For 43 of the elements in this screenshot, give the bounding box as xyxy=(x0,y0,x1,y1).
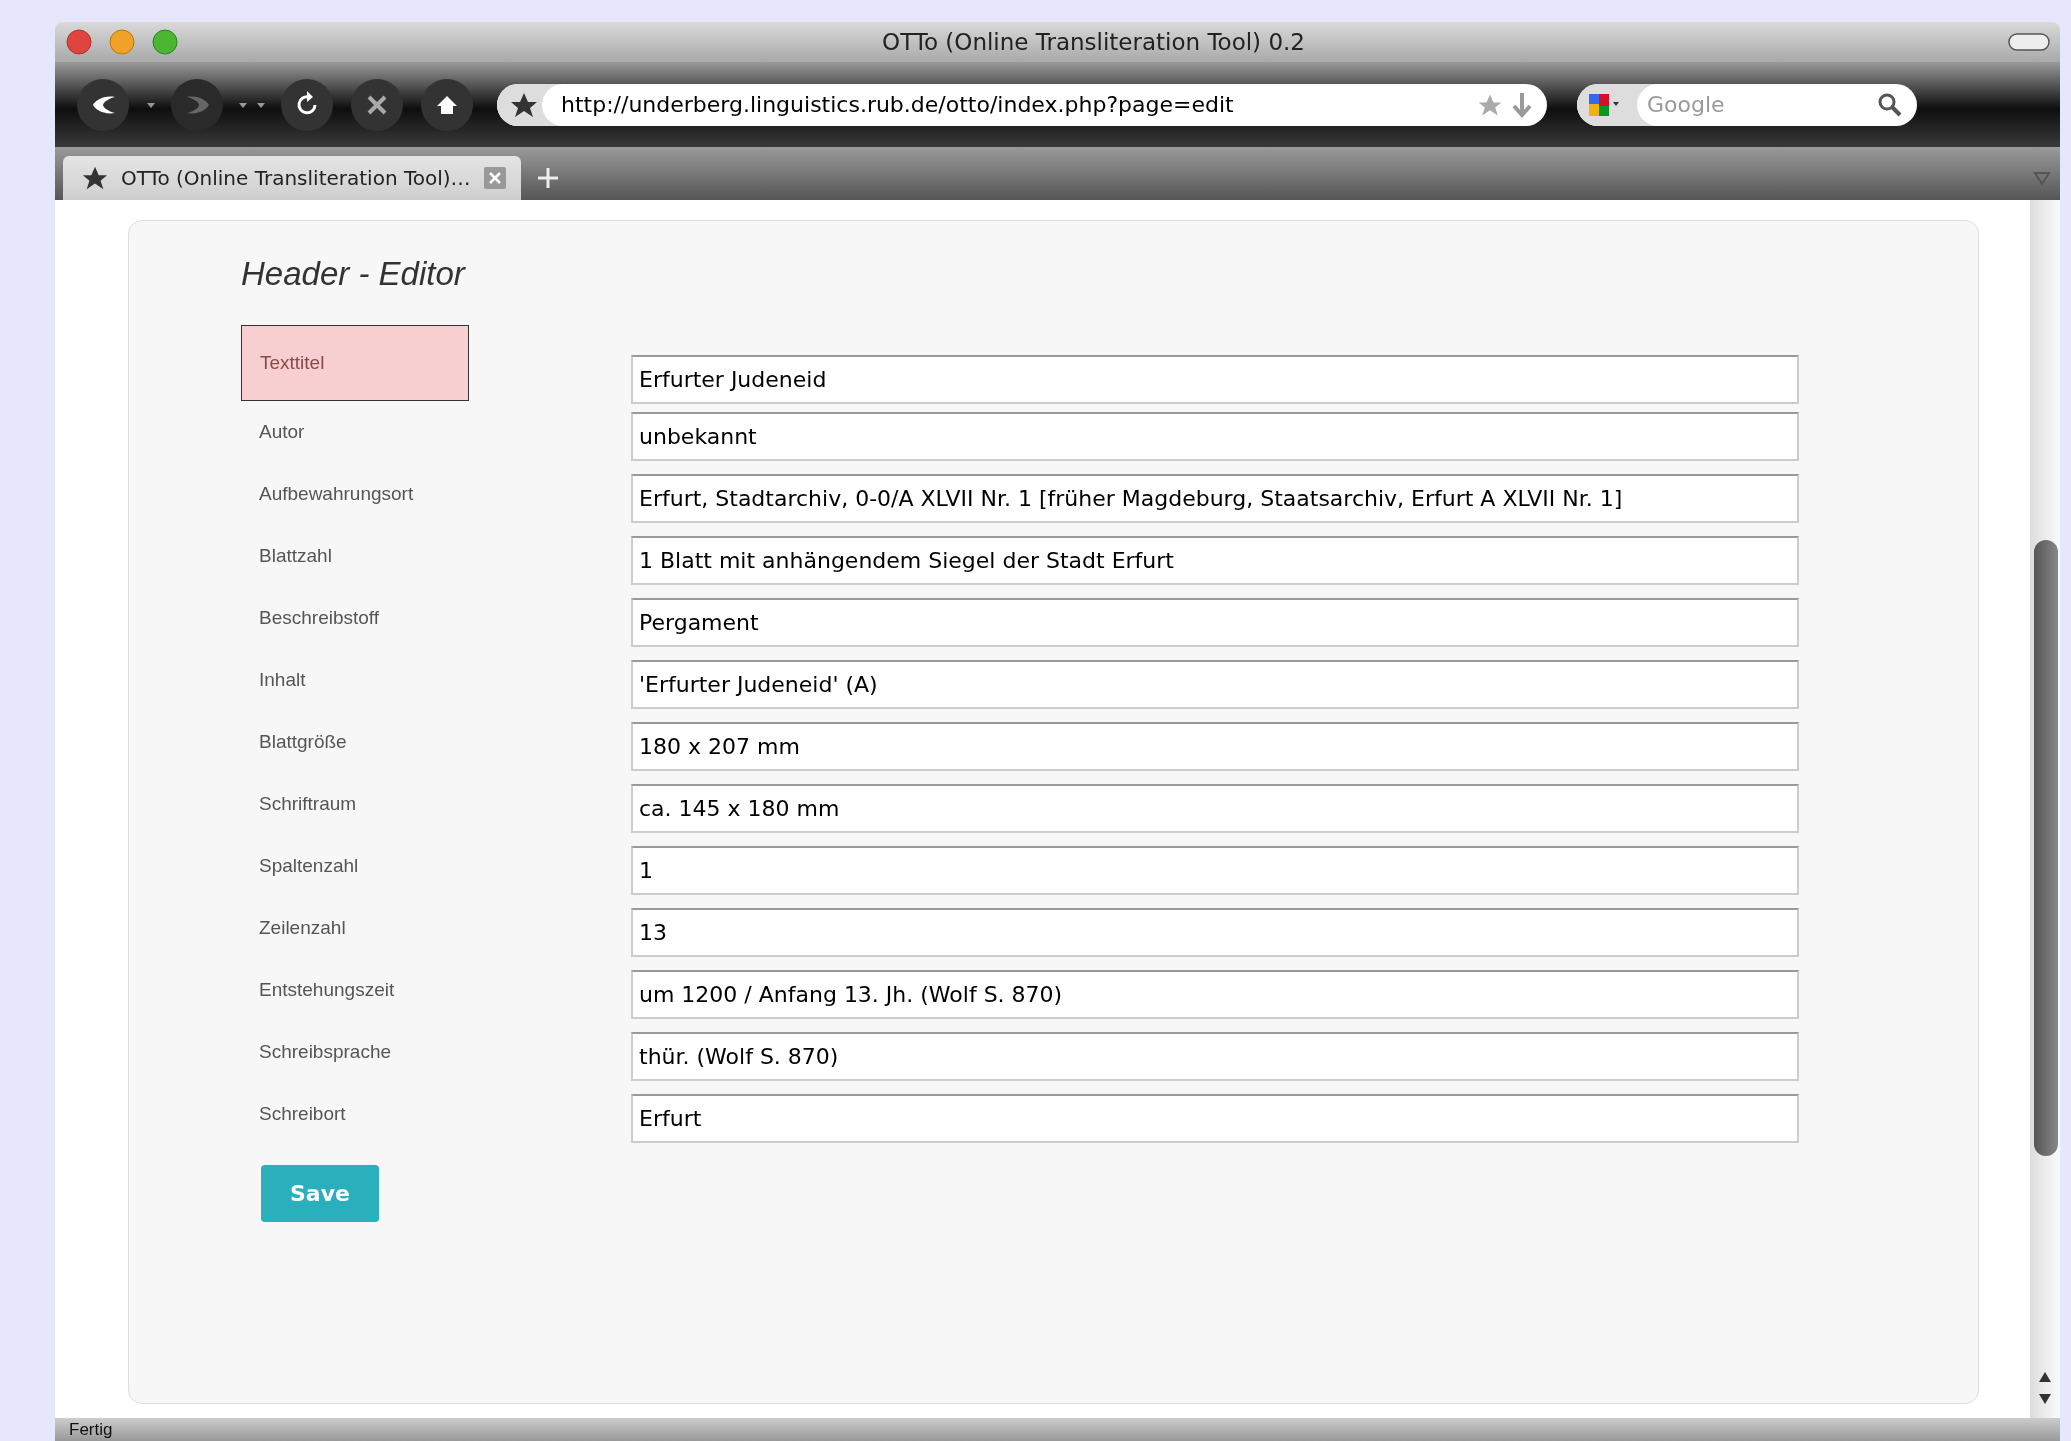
scrollbar-thumb[interactable] xyxy=(2034,540,2058,1156)
zoom-window-icon[interactable] xyxy=(151,28,179,56)
field-label: Zeilenzahl xyxy=(258,918,347,938)
input-field[interactable]: thür. (Wolf S. 870) xyxy=(631,1032,1799,1081)
input-field[interactable]: unbekannt xyxy=(631,412,1799,461)
star-icon xyxy=(81,165,109,191)
field-label: Blattzahl xyxy=(258,546,333,566)
input-field[interactable]: Erfurt, Stadtarchiv, 0-0/A XLVII Nr. 1 [früher Magdeburg, Staatsarchiv, Erfurt A XLVII Nr. 1] xyxy=(631,474,1799,523)
editor-title: Header - Editor xyxy=(241,255,467,293)
field-label: Spaltenzahl xyxy=(258,856,360,876)
address-bar[interactable]: http://underberg.linguistics.rub.de/otto/index.php?page=edit xyxy=(497,83,1547,126)
input-field[interactable]: 'Erfurter Judeneid' (A) xyxy=(631,660,1799,709)
url-text: http://underberg.linguistics.rub.de/otto/index.php?page=edit xyxy=(560,92,1235,117)
browser-tab[interactable]: OTTo (Online Transliteration Tool)… xyxy=(63,156,521,200)
status-text: Fertig xyxy=(69,1420,113,1439)
input-field[interactable]: 13 xyxy=(631,908,1799,957)
input-field[interactable]: 1 xyxy=(631,846,1799,895)
field-label: Autor xyxy=(258,422,306,442)
input-field[interactable]: Erfurt xyxy=(631,1094,1799,1143)
field-label: Blattgröße xyxy=(258,732,348,752)
field-label: Beschreibstoff xyxy=(258,608,381,628)
close-window-icon[interactable] xyxy=(65,28,93,56)
field-label: Inhalt xyxy=(258,670,307,690)
input-field[interactable]: ca. 145 x 180 mm xyxy=(631,784,1799,833)
search-placeholder: Google xyxy=(1646,92,1726,117)
scrollbar[interactable] xyxy=(2030,200,2060,1418)
input-field[interactable]: um 1200 / Anfang 13. Jh. (Wolf S. 870) xyxy=(631,970,1799,1019)
input-field[interactable]: Erfurter Judeneid xyxy=(631,355,1799,404)
tab-label: OTTo (Online Transliteration Tool)… xyxy=(121,166,471,190)
search-icon[interactable] xyxy=(1877,91,1903,118)
input-field[interactable]: 180 x 207 mm xyxy=(631,722,1799,771)
field-label: Schreibort xyxy=(258,1104,347,1124)
close-tab-icon[interactable] xyxy=(482,166,507,190)
field-label: Schriftraum xyxy=(258,794,358,814)
field-label: Entstehungszeit xyxy=(258,980,396,1000)
toolbar-toggle-icon[interactable] xyxy=(2008,32,2050,52)
field-label: Texttitel xyxy=(241,325,469,401)
window-title: OTTo (Online Transliteration Tool) 0.2 xyxy=(881,29,1306,55)
field-label: Aufbewahrungsort xyxy=(258,484,415,504)
input-field[interactable]: 1 Blatt mit anhängendem Siegel der Stadt Erfurt xyxy=(631,536,1799,585)
down-arrow-icon[interactable] xyxy=(1511,90,1533,119)
field-label: Schreibsprache xyxy=(258,1042,393,1062)
input-field[interactable]: Pergament xyxy=(631,598,1799,647)
